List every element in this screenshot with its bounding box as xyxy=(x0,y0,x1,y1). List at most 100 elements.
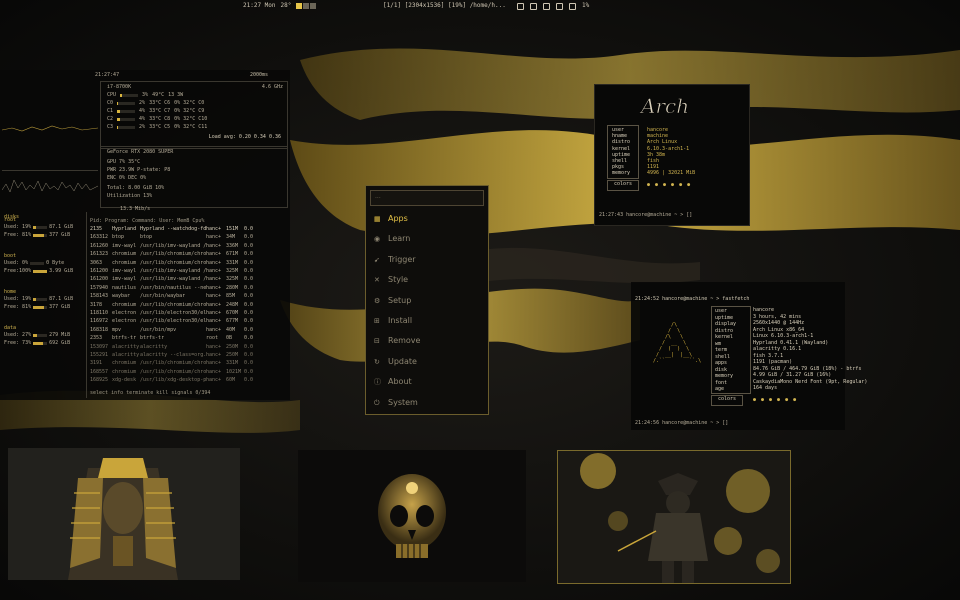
remove-icon: ⊟ xyxy=(374,337,380,346)
cpu-header: 21:27:47 2000ms xyxy=(0,70,290,80)
process-cell: 0.0 xyxy=(244,377,254,384)
bluetooth-icon[interactable] xyxy=(530,2,537,10)
image-skull[interactable] xyxy=(298,450,526,582)
menu-item-label: Remove xyxy=(388,336,421,346)
process-cell: 0.0 xyxy=(244,343,254,350)
gpu-util: Utilization 13% xyxy=(107,193,153,199)
process-row[interactable]: 3191 chromium/usr/lib/chromium/chromhanc+… xyxy=(90,360,286,367)
process-cell: 85M xyxy=(226,293,236,300)
process-cell: 40M xyxy=(226,326,236,333)
disk-size: 3.99 GiB xyxy=(49,268,74,274)
clock[interactable]: 21:27 Mon xyxy=(243,0,276,12)
process-row[interactable]: 161260 imv-wayl/usr/lib/imv-wayland /hhan… xyxy=(90,243,286,250)
process-cell: 325M xyxy=(226,268,239,274)
menu-item-learn[interactable]: ◉ Learn xyxy=(366,230,488,248)
fastfetch-window-top[interactable]: Arch user hancore hname machine distro Arch L… xyxy=(594,84,750,226)
launcher-menu[interactable]: ... ▦ Apps ◉ Learn ➹ Trigger ✕ Style ⚙ Setup ⊞ Inst… xyxy=(365,185,489,415)
core-pct: 2% xyxy=(139,124,146,130)
process-row[interactable]: 161200 imv-wayl/usr/lib/imv-wayland /hhan… xyxy=(90,268,286,275)
core-pct: 4% xyxy=(139,116,146,122)
volume-icon[interactable] xyxy=(543,2,550,10)
image-pharaoh[interactable] xyxy=(8,448,240,580)
menu-item-label: Learn xyxy=(388,234,411,244)
process-cell: hanc+ xyxy=(206,377,222,384)
process-row[interactable]: 168318 mpv/usr/bin/mpv hanc+ 40M 0.0 xyxy=(90,327,286,334)
core-extra: 0% 32°C C10 xyxy=(174,116,208,122)
notification-icon[interactable] xyxy=(556,2,563,10)
menu-item-apps[interactable]: ▦ Apps xyxy=(366,210,488,228)
disk-row: Used: 0% 0 Byte xyxy=(4,260,84,267)
menu-item-install[interactable]: ⊞ Install xyxy=(366,312,488,330)
process-cell: 0B xyxy=(226,335,233,342)
menu-search-input[interactable]: ... xyxy=(370,190,484,206)
btop-window[interactable]: 21:27:47 2000ms i7-8700K 4.6 GHz CPU 3% 49… xyxy=(0,70,290,400)
cpu-graph xyxy=(2,125,98,171)
disk-label: Free:100% xyxy=(4,268,32,274)
gpu-usage: GPU 7% 35°C xyxy=(107,159,141,165)
about-icon: ⓘ xyxy=(374,378,381,387)
menu-item-update[interactable]: ↻ Update xyxy=(366,353,488,371)
workspace-1[interactable] xyxy=(296,2,303,9)
process-cell: nautilus xyxy=(112,284,137,291)
process-row[interactable]: 157940 nautilus/usr/bin/nautilus --newhan… xyxy=(90,285,286,292)
weather[interactable]: 28° xyxy=(281,0,292,12)
process-footer[interactable]: select info terminate kill signals 0/394 xyxy=(90,390,210,397)
battery-icon[interactable] xyxy=(569,2,576,10)
core-name: C0 xyxy=(107,100,114,106)
process-row[interactable]: 118110 electron/usr/lib/electron30/elehan… xyxy=(90,310,286,317)
core-extra: 13 3W xyxy=(168,92,184,98)
process-row[interactable]: 155291 alacrittyalacritty --class=org.han… xyxy=(90,352,286,359)
disk-bar xyxy=(33,234,48,237)
search-placeholder: ... xyxy=(375,193,381,200)
btop-refresh[interactable]: 2000ms xyxy=(250,72,268,79)
process-row[interactable]: 161323 chromium/usr/lib/chromium/chromhan… xyxy=(90,251,286,258)
process-cell: /usr/lib/chromium/chrom xyxy=(140,259,206,266)
terminal-prompt[interactable]: 21:27:43 hancore@machine ~ > [] xyxy=(599,212,692,219)
process-row[interactable]: 3178 chromium/usr/lib/chromium/chromhanc+… xyxy=(90,302,286,309)
menu-item-label: About xyxy=(388,377,412,387)
process-cell: 1021M xyxy=(226,368,242,375)
process-row[interactable]: 163312 btop btop hanc+ 34M 0.0 xyxy=(90,234,286,241)
workspace-3[interactable] xyxy=(310,2,317,9)
color-dots: ● ● ● ● ● ● xyxy=(753,397,798,403)
workspaces[interactable] xyxy=(296,0,317,12)
fastfetch-value: 164 days xyxy=(753,385,778,391)
network-icon[interactable] xyxy=(517,2,524,10)
process-row[interactable]: 168557 chromium/usr/lib/chromium/chromhan… xyxy=(90,369,286,376)
workspace-2[interactable] xyxy=(303,2,310,9)
menu-item-trigger[interactable]: ➹ Trigger xyxy=(366,251,488,269)
menu-item-system[interactable]: ⏻ System xyxy=(366,394,488,412)
process-row[interactable]: 161200 imv-wayl/usr/lib/imv-wayland /hhan… xyxy=(90,276,286,283)
menu-item-about[interactable]: ⓘ About xyxy=(366,373,488,391)
process-box[interactable]: Pid: Program: Command: User: MemB Cpu% 2… xyxy=(88,212,288,398)
process-row[interactable]: 158143 waybar/usr/bin/waybar hanc+ 85M 0.0 xyxy=(90,293,286,300)
process-cell: 2135 xyxy=(90,226,103,232)
menu-item-label: Apps xyxy=(388,214,408,223)
process-cell: btrfs-tr xyxy=(140,335,165,342)
process-cell: hanc+ xyxy=(206,242,222,249)
process-cell: /usr/bin/waybar xyxy=(140,293,186,300)
menu-item-style[interactable]: ✕ Style xyxy=(366,271,488,289)
menu-item-remove[interactable]: ⊟ Remove xyxy=(366,332,488,350)
process-cell: 2353 xyxy=(90,335,103,342)
process-row[interactable]: 3063 chromium/usr/lib/chromium/chromhanc+… xyxy=(90,260,286,267)
process-row[interactable]: 168925 xdg-desk/usr/lib/xdg-desktop-pohan… xyxy=(90,377,286,384)
colors-label: colors xyxy=(607,180,639,191)
process-cell: 250M xyxy=(226,343,239,350)
process-row[interactable]: 2135 Hyprland Hyprland --watchdog-fdhanc+ 1… xyxy=(90,226,286,233)
process-row[interactable]: 2353 btrfs-tr btrfs-tr root 0B 0.0 xyxy=(90,335,286,342)
process-row[interactable]: 153097 alacrittyalacritty hanc+ 250M 0.0 xyxy=(90,344,286,351)
process-cell: 3191 xyxy=(90,360,103,367)
gpu-name: GeForce RTX 2080 SUPER xyxy=(107,149,174,155)
window-title: [1/1] [2304x1536] [19%] /home/h... xyxy=(383,2,506,9)
image-samurai[interactable] xyxy=(557,450,791,584)
disk-bar xyxy=(33,270,48,273)
process-cell: hanc+ xyxy=(206,310,222,316)
fastfetch-window-right[interactable]: 21:24:52 hancore@machine ~ > fastfetch /… xyxy=(631,282,867,430)
menu-item-setup[interactable]: ⚙ Setup xyxy=(366,292,488,310)
process-cell: 280M xyxy=(226,284,239,291)
process-cell: /usr/lib/chromium/chrom xyxy=(140,301,206,308)
terminal-prompt[interactable]: 21:24:56 hancore@machine ~ > [] xyxy=(635,420,728,427)
power-icon: ⏻ xyxy=(374,398,380,407)
process-row[interactable]: 116972 electron/usr/lib/electron30/elehan… xyxy=(90,318,286,325)
